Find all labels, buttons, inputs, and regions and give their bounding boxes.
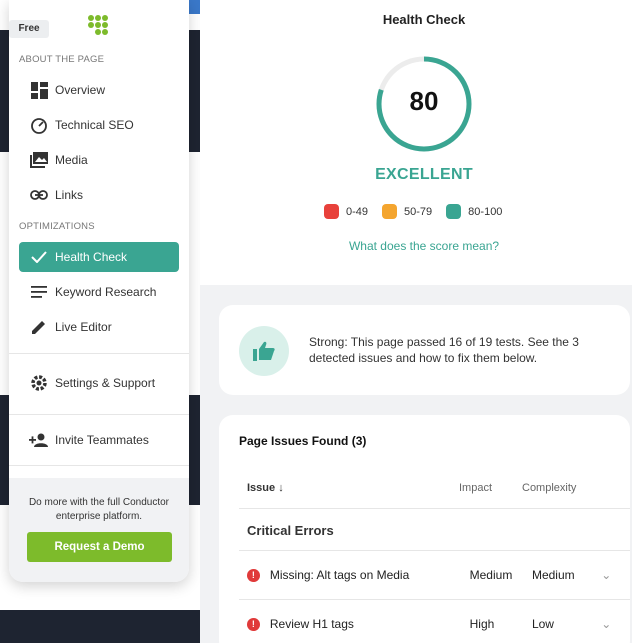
legend-item-low: 0-49 bbox=[324, 204, 368, 219]
thumbs-up-icon bbox=[239, 326, 289, 376]
sidebar-item-live-editor[interactable]: Live Editor bbox=[19, 312, 179, 342]
legend-label: 50-79 bbox=[404, 205, 433, 218]
sidebar-item-label: Technical SEO bbox=[55, 118, 134, 132]
extension-sidebar: Free ABOUT THE PAGE Overview Technical S… bbox=[9, 0, 189, 582]
upgrade-promo: Do more with the full Conductor enterpri… bbox=[9, 478, 189, 582]
table-row[interactable]: ! Review H1 tags High Low ⌄ bbox=[247, 609, 617, 639]
conductor-logo-icon bbox=[88, 15, 108, 35]
sidebar-item-label: Settings & Support bbox=[55, 376, 156, 390]
gear-icon bbox=[29, 373, 49, 393]
score-rating: EXCELLENT bbox=[375, 166, 473, 183]
column-header-complexity[interactable]: Complexity bbox=[522, 482, 576, 494]
divider bbox=[239, 550, 630, 551]
page-title: Health Check bbox=[382, 12, 466, 27]
sidebar-item-label: Overview bbox=[55, 83, 106, 97]
issue-name: Missing: Alt tags on Media bbox=[269, 568, 410, 582]
section-label-optimizations: OPTIMIZATIONS bbox=[19, 221, 95, 232]
request-demo-button[interactable]: Request a Demo bbox=[27, 532, 172, 562]
legend-label: 80-100 bbox=[468, 205, 503, 218]
error-icon: ! bbox=[247, 617, 260, 631]
score-legend: 0-49 50-79 80-100 bbox=[324, 204, 516, 219]
sidebar-item-invite[interactable]: Invite Teammates bbox=[19, 425, 179, 455]
issue-impact: High bbox=[469, 617, 495, 631]
column-header-issue[interactable]: Issue ↓ bbox=[247, 482, 284, 494]
summary-card: Strong: This page passed 16 of 19 tests.… bbox=[219, 305, 630, 395]
issue-group-label: Critical Errors bbox=[247, 523, 334, 538]
sort-arrow-icon: ↓ bbox=[278, 482, 284, 494]
host-dark-band bbox=[0, 610, 200, 643]
sidebar-item-technical-seo[interactable]: Technical SEO bbox=[19, 110, 179, 140]
score-card: Health Check 80 EXCELLENT 0-49 50-79 80-… bbox=[200, 0, 632, 285]
summary-text: Strong: This page passed 16 of 19 tests.… bbox=[309, 335, 579, 365]
legend-swatch bbox=[446, 204, 462, 219]
legend-swatch bbox=[324, 204, 339, 219]
chevron-down-icon[interactable]: ⌄ bbox=[601, 617, 617, 631]
score-value: 80 bbox=[409, 86, 439, 116]
issue-name: Review H1 tags bbox=[269, 617, 354, 631]
issues-title: Page Issues Found (3) bbox=[239, 434, 367, 448]
promo-text: Do more with the full Conductor enterpri… bbox=[28, 497, 170, 522]
sidebar-item-label: Live Editor bbox=[55, 320, 112, 334]
dashboard-icon bbox=[29, 80, 49, 100]
sidebar-item-label: Health Check bbox=[55, 250, 128, 264]
sidebar-item-label: Keyword Research bbox=[55, 285, 157, 299]
chevron-down-icon[interactable]: ⌄ bbox=[601, 568, 617, 582]
sidebar-item-media[interactable]: Media bbox=[19, 145, 179, 175]
divider bbox=[239, 599, 630, 600]
speedometer-icon bbox=[29, 115, 49, 135]
divider bbox=[9, 414, 189, 415]
section-label-about: ABOUT THE PAGE bbox=[19, 54, 105, 65]
issue-impact: Medium bbox=[469, 568, 513, 582]
legend-label: 0-49 bbox=[346, 205, 369, 218]
image-icon bbox=[29, 150, 49, 170]
issue-complexity: Low bbox=[531, 617, 554, 631]
add-user-icon bbox=[29, 430, 49, 450]
sidebar-item-links[interactable]: Links bbox=[19, 180, 179, 210]
health-check-panel: Health Check 80 EXCELLENT 0-49 50-79 80-… bbox=[200, 0, 632, 643]
sidebar-item-settings[interactable]: Settings & Support bbox=[19, 368, 179, 398]
legend-item-mid: 50-79 bbox=[382, 204, 432, 219]
plan-badge: Free bbox=[9, 20, 49, 38]
column-header-impact[interactable]: Impact bbox=[459, 482, 492, 494]
score-explanation-link[interactable]: What does the score mean? bbox=[200, 239, 632, 253]
divider bbox=[239, 508, 630, 509]
sidebar-item-label: Invite Teammates bbox=[55, 433, 149, 447]
column-header-label: Issue bbox=[247, 482, 276, 494]
divider bbox=[9, 465, 189, 466]
sidebar-item-health-check[interactable]: Health Check bbox=[19, 242, 179, 272]
sidebar-item-keyword-research[interactable]: Keyword Research bbox=[19, 277, 179, 307]
legend-item-high: 80-100 bbox=[446, 204, 502, 219]
link-icon bbox=[29, 185, 49, 205]
check-icon bbox=[29, 247, 49, 267]
divider bbox=[9, 353, 189, 354]
issues-card: Page Issues Found (3) Issue ↓ Impact Com… bbox=[219, 415, 630, 643]
pencil-icon bbox=[29, 317, 49, 337]
issue-complexity: Medium bbox=[531, 568, 575, 582]
sidebar-item-overview[interactable]: Overview bbox=[19, 75, 179, 105]
sidebar-item-label: Media bbox=[55, 153, 88, 167]
error-icon: ! bbox=[247, 568, 260, 582]
lines-icon bbox=[29, 282, 49, 302]
sidebar-item-label: Links bbox=[55, 188, 84, 202]
legend-swatch bbox=[382, 204, 398, 219]
table-row[interactable]: ! Missing: Alt tags on Media Medium Medi… bbox=[247, 560, 617, 590]
